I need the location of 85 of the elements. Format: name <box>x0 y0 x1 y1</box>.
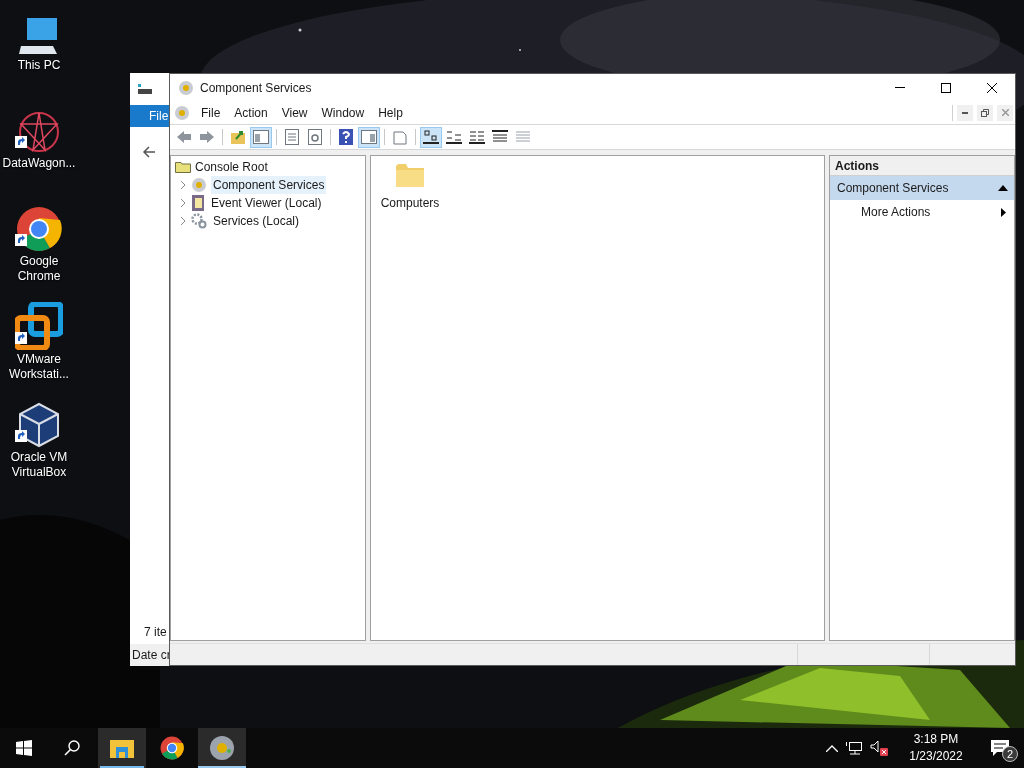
log-book-icon <box>191 195 205 211</box>
desktop-icon[interactable]: Google Chrome <box>0 204 78 290</box>
menu-item[interactable]: File <box>194 103 228 122</box>
component-ball-icon <box>191 177 207 193</box>
mdi-minimize-button[interactable] <box>957 104 973 121</box>
action-item[interactable]: More Actions <box>830 200 1014 224</box>
taskbar-app-button[interactable] <box>198 728 246 768</box>
desktop-icon[interactable]: This PC <box>0 8 78 94</box>
content-item[interactable]: Computers <box>375 160 445 212</box>
tree-item[interactable]: Component Services <box>211 176 327 194</box>
actions-section-header[interactable]: Component Services <box>830 176 1014 200</box>
windows-logo-icon <box>16 740 32 756</box>
minimize-icon <box>895 87 905 88</box>
notifications-button[interactable]: 2 <box>976 728 1024 768</box>
refresh-page-icon <box>308 129 322 145</box>
sheet-icon <box>285 129 299 145</box>
new-page-icon <box>393 129 407 145</box>
running-indicator <box>100 766 144 768</box>
ribbon-tab[interactable]: File <box>149 107 169 125</box>
folder-up-icon <box>230 129 246 145</box>
folder-icon <box>175 161 191 173</box>
component-ball-icon <box>178 79 194 96</box>
desktop-icon-label: Oracle VM VirtualBox <box>9 450 69 480</box>
desktop-icon[interactable]: DataWagon... <box>0 106 78 192</box>
menu-item[interactable]: Help <box>371 103 410 122</box>
network-icon[interactable] <box>846 740 862 756</box>
desktop-icon-label: DataWagon... <box>2 156 76 171</box>
back-arrow-icon <box>176 130 192 144</box>
close-icon <box>1001 109 1009 116</box>
muted-speaker-icon[interactable] <box>870 740 888 756</box>
action-label: More Actions <box>861 204 932 221</box>
custom-view-icon <box>515 130 531 144</box>
collapsed-chevron-icon[interactable] <box>179 199 187 207</box>
help-icon <box>339 129 353 145</box>
actions-section-title: Component Services <box>837 180 950 197</box>
content-item-label: Computers <box>380 195 440 212</box>
notification-count: 2 <box>1002 746 1018 762</box>
collapsed-chevron-icon[interactable] <box>179 181 187 189</box>
folder-icon <box>110 738 134 758</box>
gears-icon <box>191 213 207 229</box>
clock-date[interactable]: 1/23/2022 <box>909 748 963 765</box>
minimize-icon <box>962 111 968 114</box>
chevron-up-icon[interactable] <box>826 744 838 752</box>
chrome-icon <box>160 736 184 760</box>
collapse-triangle-icon[interactable] <box>998 185 1008 191</box>
desktop-icon-label: Google Chrome <box>16 254 62 284</box>
large-icons-view-icon <box>423 130 439 144</box>
search-icon <box>64 740 80 756</box>
running-indicator <box>198 766 246 768</box>
tree-pane-icon <box>253 130 269 144</box>
small-icons-view-icon <box>446 130 462 144</box>
menu-item[interactable]: View <box>274 103 315 122</box>
folder-icon <box>395 162 425 188</box>
restore-icon <box>981 108 989 117</box>
tree-item[interactable]: Console Root <box>195 158 268 176</box>
close-icon <box>987 82 997 93</box>
clock-time[interactable]: 3:18 PM <box>913 731 959 748</box>
desktop-icon-label: VMware Workstati... <box>8 352 70 382</box>
item-count: 7 ite <box>144 624 167 641</box>
list-view-icon <box>469 130 485 144</box>
forward-arrow-icon <box>199 130 215 144</box>
tree-item[interactable]: Event Viewer (Local) <box>209 194 324 212</box>
desktop-icon[interactable]: Oracle VM VirtualBox <box>0 400 78 486</box>
taskbar-app-button[interactable] <box>98 728 146 768</box>
component-ball-icon <box>174 104 190 121</box>
overlapping-squares-icon <box>15 302 63 350</box>
window-app-icon <box>138 84 152 94</box>
component-ball-icon <box>209 735 235 761</box>
desktop-icon[interactable]: VMware Workstati... <box>0 302 78 388</box>
menu-item[interactable]: Action <box>227 103 275 122</box>
tree-item[interactable]: Services (Local) <box>211 212 302 230</box>
star-pattern-icon <box>17 110 61 154</box>
maximize-icon <box>941 82 951 93</box>
action-pane-icon <box>361 130 377 144</box>
desktop-icon-label: This PC <box>17 58 61 73</box>
details-view-icon <box>492 130 508 144</box>
menu-item[interactable]: Window <box>314 103 372 122</box>
cube-icon <box>18 402 60 448</box>
window-title: Component Services <box>200 79 313 97</box>
chrome-icon <box>16 206 62 252</box>
toolbar-button[interactable] <box>420 126 442 148</box>
back-arrow-icon[interactable] <box>142 146 156 158</box>
collapsed-chevron-icon[interactable] <box>179 217 187 225</box>
actions-header: Actions <box>835 157 879 175</box>
mdi-restore-button[interactable] <box>977 104 993 121</box>
